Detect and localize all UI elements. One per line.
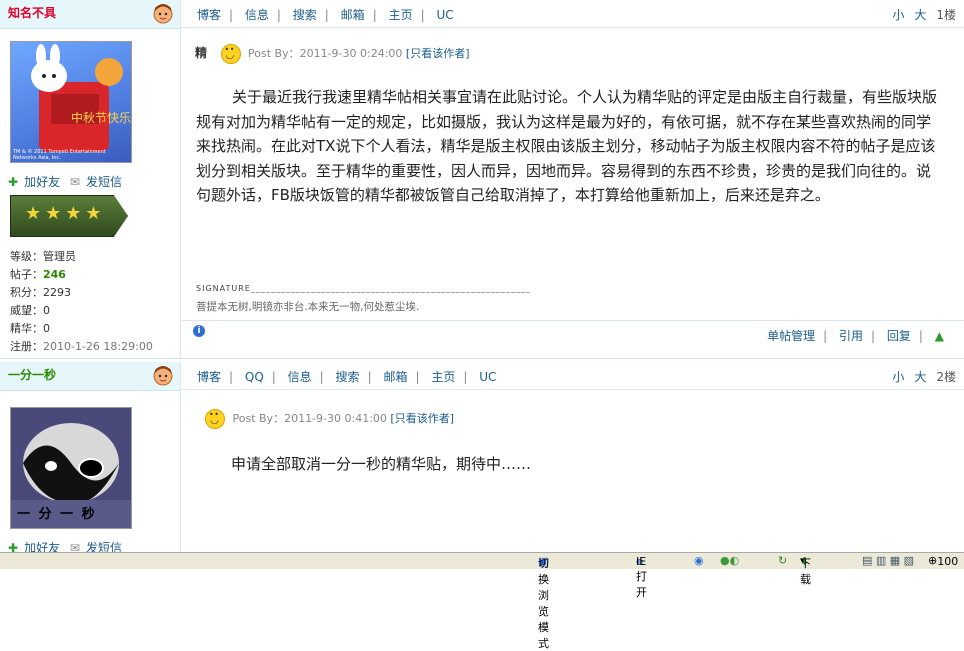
user-face-icon [153,4,173,24]
only-author-link[interactable]: [只看该作者] [406,47,470,60]
browser-status-bar: ▣ 切换浏览模式 e IE打开 ◉ ●◐ ↻ ⬇ 下载 ▾ ▤ ▥ ▦ ▧ ⊕ 100 [0,552,964,650]
avatar-image: 中秋节快乐 [31,44,131,152]
only-author-link[interactable]: [只看该作者] [390,412,454,425]
stat-prestige: 威望：0 [10,304,50,317]
post-content-area: 博客| QQ| 信息| 搜索| 邮箱| 主页| UC 小大 2楼 Post By：… [181,362,964,552]
user-face-icon [153,366,173,386]
post-nav: 博客 | QQ | 信息 | 搜索 | 邮箱 | 主页 | UC 小大 2楼 [181,362,964,390]
font-small-button[interactable]: 小 [892,8,904,22]
rank-badge: ★★★★ [10,195,128,237]
post-toolbar: i 单帖管理 | 引用 | 回复 | ▲ [181,320,964,351]
zoom-icon[interactable]: ⊕ 100 [928,554,958,568]
user-stats: 等级：管理员 帖子：246 积分：2293 威望：0 精华：0 注册：2010-… [10,248,153,356]
avatar: 一 分 一 秒 [10,407,132,529]
post-meta: 精 Post By：2011-9-30 0:24:00 [只看该作者] [195,44,470,64]
globe-icon[interactable]: ◉ [694,554,704,567]
nav-uc[interactable]: UC [436,8,453,22]
post-body: 关于最近我行我速里精华帖相关事宜请在此贴讨论。个人认为精华贴的评定是由版主自行裁… [196,88,938,204]
stat-points: 积分：2293 [10,286,71,299]
elite-badge: 精 [195,46,208,60]
nav-search[interactable]: 搜索 [336,370,360,384]
send-message-button[interactable]: ✉ 发短信 [70,173,122,190]
reply-button[interactable]: 回复 [887,329,911,343]
svg-text:中秋节快乐: 中秋节快乐 [71,110,131,125]
user-actions: ✚ 加好友 ✉ 发短信 [8,173,128,190]
post-time: Post By：2011-9-30 0:24:00 [248,47,403,60]
signature-text: 菩提本无树,明镜亦非台.本来无一物,何处惹尘埃. [196,301,420,313]
post-nav: 博客 | 信息 | 搜索 | 邮箱 | 主页 | UC 小大 1楼 [181,0,964,28]
smiley-icon [220,44,241,64]
avatar-caption: TM & © 2011 Tumyeti Entertainment Networ… [13,149,106,161]
stat-register: 注册：2010-1-26 18:29:00 [10,340,153,353]
nav-links: 博客 | QQ | 信息 | 搜索 | 邮箱 | 主页 | UC [197,370,497,384]
user-panel: 知名不具 中秋节快乐 TM & © 2011 Tumyeti Entertain… [0,0,181,358]
post-body: 申请全部取消一分一秒的精华贴，期待中…… [231,455,532,473]
post-time: Post By：2011-9-30 0:41:00 [232,412,387,425]
mail-icon: ✉ [69,175,80,189]
stat-elite: 精华：0 [10,322,50,335]
rank-stars-icon: ★★★★ [25,203,106,224]
stat-posts: 帖子：246 [10,268,66,281]
nav-links: 博客 | 信息 | 搜索 | 邮箱 | 主页 | UC [197,8,454,22]
post-2: 一分一秒 一 分 一 秒 ✚ 加好友 ✉ 发短信 博客 | QQ | 信息 | … [0,362,964,555]
post-content-area: 博客| 信息| 搜索| 邮箱| 主页| UC 小大 1楼 精 Post By：20… [181,0,964,358]
username[interactable]: 一分一秒 [8,366,56,383]
post-ops: 单帖管理 | 引用 | 回复 | ▲ [767,329,944,343]
nav-home[interactable]: 主页 [389,8,413,22]
floor-number: 1楼 [936,8,956,22]
nav-mail[interactable]: 邮箱 [383,370,407,384]
send-message-link[interactable]: 发短信 [86,175,122,189]
font-large-button[interactable]: 大 [914,8,926,22]
manage-post-button[interactable]: 单帖管理 [767,329,815,343]
font-large-button[interactable]: 大 [914,370,926,384]
username[interactable]: 知名不具 [8,4,56,21]
user-header: 知名不具 [0,0,180,29]
post-1: 知名不具 中秋节快乐 TM & © 2011 Tumyeti Entertain… [0,0,964,359]
floor-info: 小大 2楼 [892,368,956,385]
nav-blog[interactable]: 博客 [197,370,221,384]
signature-divider: SIGNATURE_______________________________… [196,284,531,293]
nav-qq[interactable]: QQ [245,370,264,384]
toggle-icon[interactable]: ●◐ [720,554,739,567]
top-arrow-icon[interactable]: ▲ [935,329,944,343]
smiley-icon [205,409,225,429]
nav-blog[interactable]: 博客 [197,8,221,22]
nav-home[interactable]: 主页 [431,370,455,384]
nav-mail[interactable]: 邮箱 [341,8,365,22]
user-panel: 一分一秒 一 分 一 秒 ✚ 加好友 ✉ 发短信 [0,362,181,555]
font-small-button[interactable]: 小 [892,370,904,384]
nav-uc[interactable]: UC [479,370,496,384]
info-icon[interactable]: i [193,325,205,337]
add-friend-link[interactable]: 加好友 [24,175,60,189]
post-meta: Post By：2011-9-30 0:41:00 [只看该作者] [205,409,454,429]
add-friend-button[interactable]: ✚ 加好友 [8,173,60,190]
nav-search[interactable]: 搜索 [293,8,317,22]
quote-button[interactable]: 引用 [839,329,863,343]
download-button[interactable]: ⬇ 下载 ▾ [800,554,811,586]
stat-level: 等级：管理员 [10,250,76,263]
avatar: 中秋节快乐 TM & © 2011 Tumyeti Entertainment … [10,41,132,163]
floor-info: 小大 1楼 [892,6,956,23]
plus-icon: ✚ [8,175,19,189]
refresh-icon[interactable]: ↻ [778,554,787,567]
nav-info[interactable]: 信息 [288,370,312,384]
tools-icons[interactable]: ▤ ▥ ▦ ▧ [862,554,914,567]
avatar-text: 一 分 一 秒 [17,507,97,522]
nav-info[interactable]: 信息 [245,8,269,22]
floor-number: 2楼 [936,370,956,384]
user-header: 一分一秒 [0,362,180,391]
